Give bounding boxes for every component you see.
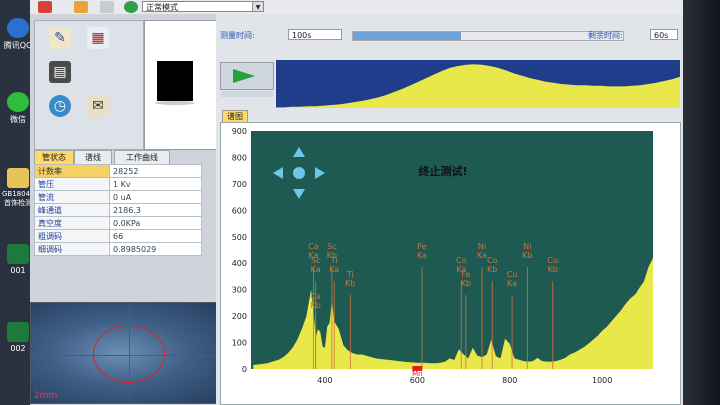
y-tick-label: 100 — [232, 339, 247, 348]
table-row[interactable]: 峰通道 2186.3 — [34, 203, 202, 217]
peak-element-label: Ti — [330, 256, 338, 265]
overview-spectrum — [276, 60, 680, 108]
table-row[interactable]: 真空度 0.0KPa — [34, 216, 202, 230]
monitor-bezel — [683, 0, 720, 405]
peak-element-label: Ca — [310, 292, 321, 301]
time-progress — [352, 31, 624, 41]
mode-select-value: 正常模式 — [146, 3, 178, 12]
peak-line-label: Kb — [487, 265, 497, 274]
table-row[interactable]: 管流 0 uA — [34, 190, 202, 204]
time-bar: 测量时间: 100s 剩余时间: 60s — [216, 28, 683, 42]
y-tick-label: 600 — [232, 206, 247, 215]
peak-element-label: Cu — [507, 270, 518, 279]
tab-tube-status[interactable]: 管状态 — [34, 150, 74, 164]
y-tick-label: 500 — [232, 233, 247, 242]
folder-icon — [7, 168, 29, 188]
peak-line-label: Kb — [311, 301, 321, 310]
table-row[interactable]: 粗调码 66 — [34, 229, 202, 243]
sample-image — [155, 61, 195, 105]
y-tick-label: 900 — [232, 127, 247, 136]
measure-time-field[interactable]: 100s — [288, 29, 342, 40]
peak-line-label: Kb — [548, 265, 558, 274]
peak-line-label: Kb — [522, 251, 532, 260]
pan-center-icon[interactable] — [293, 167, 305, 179]
sample-preview — [144, 20, 226, 150]
peak-element-label: Co — [456, 256, 467, 265]
watermark-text: 大家坛@午大人 — [568, 383, 673, 401]
measure-time-label: 测量时间: — [220, 31, 255, 40]
peak-line-label: Ka — [329, 265, 339, 274]
tab-spectral-lines[interactable]: 谱线 — [74, 150, 112, 164]
battery-icon[interactable] — [100, 1, 114, 13]
table-row[interactable]: 管压 1 Kv — [34, 177, 202, 191]
scale-label: 2mm — [34, 391, 58, 401]
excel-icon — [7, 322, 29, 342]
chart-title: 终止测试! — [418, 164, 467, 178]
clock-icon[interactable]: ◷ — [49, 95, 71, 117]
peak-element-label: Cu — [547, 256, 558, 265]
spectrum-grid-icon[interactable]: ▦ — [87, 27, 109, 49]
chevron-down-icon[interactable]: ▼ — [252, 2, 263, 11]
remain-time-label: 剩余时间: — [588, 31, 623, 40]
peak-element-label: Sc — [311, 256, 320, 265]
report-icon[interactable]: ✉ — [87, 95, 109, 117]
start-button[interactable] — [220, 62, 274, 97]
chip-icon[interactable] — [74, 1, 88, 13]
spectrum-svg: 0100200300400500600700800900400 600 800 100… — [232, 127, 673, 401]
peak-line-label: Kb — [461, 279, 471, 288]
tool-grid: ✎ ▦ ▤ ◷ ✉ — [34, 20, 144, 150]
record-icon[interactable] — [38, 1, 52, 13]
peak-element-label: Ni — [478, 242, 486, 251]
status-table: 计数率 28252 管压 1 Kv 管流 0 uA 峰通道 2186.3 真空度 0.0K… — [34, 164, 202, 256]
peak-element-label: Fe — [461, 270, 470, 279]
remain-time-field: 60s — [650, 29, 678, 40]
overview-svg — [276, 64, 680, 108]
left-panel: ✎ ▦ ▤ ◷ ✉ 管状态 谱线 工作曲线 计数率 28252 管压 1 Kv 管流… — [30, 14, 230, 405]
calculator-icon[interactable]: ▤ — [49, 61, 71, 83]
excel-icon — [7, 244, 29, 264]
peak-element-label: Sc — [327, 242, 336, 251]
y-tick-label: 700 — [232, 180, 247, 189]
play-mode-icon[interactable] — [124, 1, 138, 13]
spectrum-chart: 0 100 200 300 400 500 600 700 800 900 400 600 800 100… — [220, 122, 681, 405]
camera-view: 2mm — [30, 302, 228, 404]
crosshair-ring — [93, 325, 165, 383]
wechat-icon — [7, 92, 29, 112]
mn-marker-label: Mn — [412, 370, 422, 378]
y-tick-label: 0 — [242, 365, 247, 374]
tab-work-curve[interactable]: 工作曲线 — [114, 150, 170, 164]
peak-line-label: Ka — [507, 279, 517, 288]
user-settings-icon[interactable]: ✎ — [49, 27, 71, 49]
peak-line-label: Ka — [311, 265, 321, 274]
peak-element-label: Ca — [308, 242, 319, 251]
peak-element-label: Co — [487, 256, 498, 265]
y-tick-label: 200 — [232, 312, 247, 321]
table-row[interactable]: 细调码 0.8985029 — [34, 242, 202, 256]
peak-element-label: Ni — [523, 242, 531, 251]
peak-line-label: Ka — [477, 251, 487, 260]
y-tick-label: 400 — [232, 259, 247, 268]
top-toolbar: 正常模式 ▼ — [30, 0, 683, 15]
table-row[interactable]: 计数率 28252 — [34, 164, 202, 178]
y-tick-label: 800 — [232, 153, 247, 162]
play-icon — [233, 69, 255, 83]
peak-line-label: Kb — [345, 279, 355, 288]
main-panel: 测量时间: 100s 剩余时间: 60s 谱图 0 100 200 300 400 500… — [216, 14, 683, 405]
peak-line-label: Ka — [417, 251, 427, 260]
xrf-app-window: 正常模式 ▼ ✎ ▦ ▤ ◷ ✉ 管状态 谱线 工作曲线 计数率 28252 管压… — [30, 0, 683, 405]
time-progress-fill — [353, 32, 461, 40]
qq-icon — [7, 18, 29, 38]
peak-element-label: Ti — [346, 270, 354, 279]
x-tick-label: 800 — [502, 376, 517, 385]
y-tick-label: 300 — [232, 286, 247, 295]
peak-element-label: Fe — [417, 242, 426, 251]
x-tick-label: 400 — [317, 376, 332, 385]
mode-select[interactable]: 正常模式 ▼ — [142, 1, 264, 12]
overview-area — [276, 64, 680, 108]
